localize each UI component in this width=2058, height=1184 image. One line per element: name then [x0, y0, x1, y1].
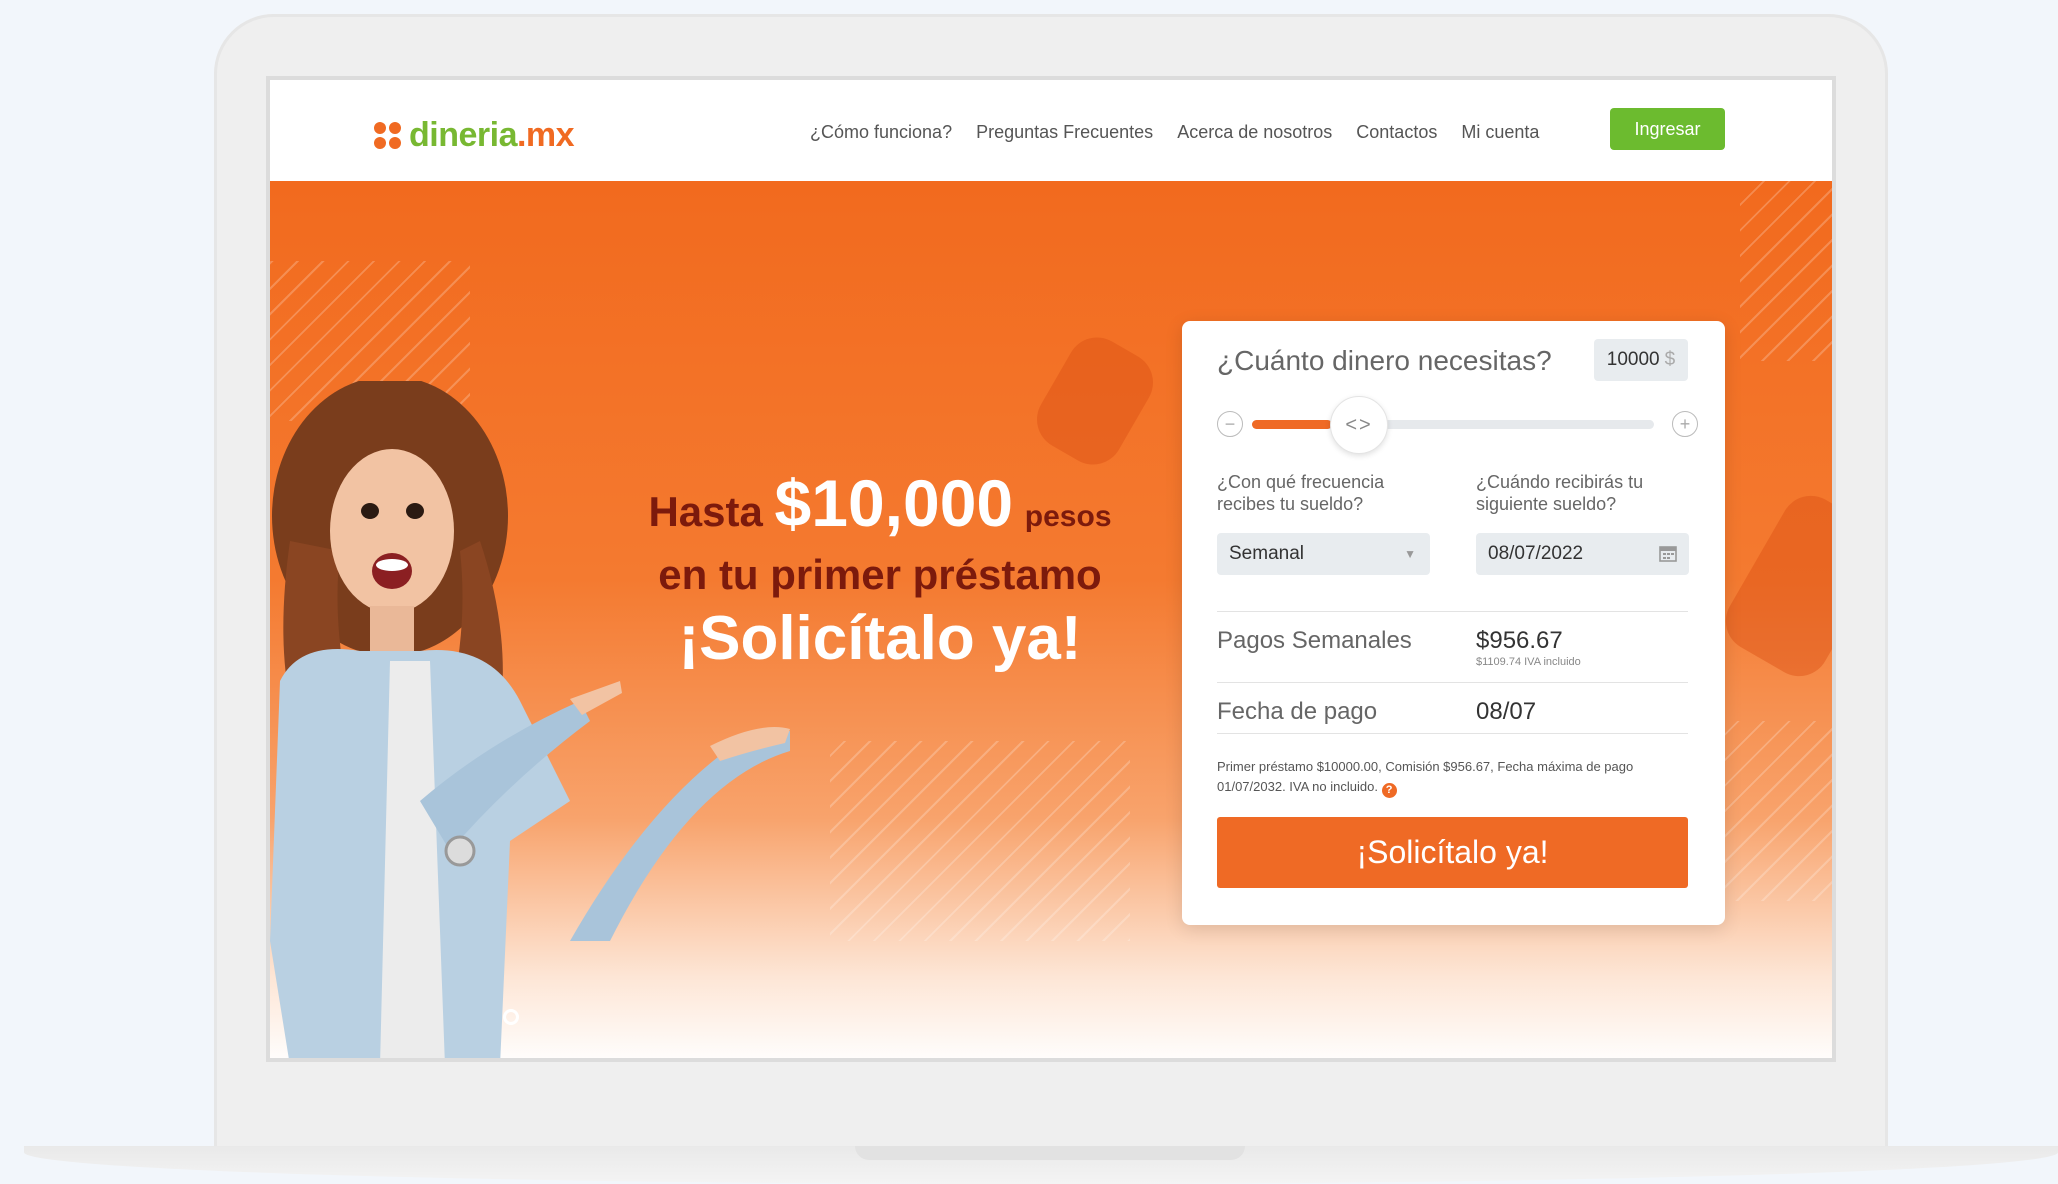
help-icon[interactable]: ? [1381, 782, 1397, 798]
hero-banner: Hasta $10,000 pesos en tu primer préstam… [270, 181, 1832, 1058]
amount-slider-track[interactable] [1252, 420, 1654, 429]
divider [1217, 682, 1688, 683]
currency-symbol: $ [1664, 349, 1676, 370]
site-header: dineria.mx ¿Cómo funciona? Preguntas Fre… [270, 80, 1832, 181]
main-nav: ¿Cómo funciona? Preguntas Frecuentes Ace… [810, 122, 1539, 143]
amount-input[interactable]: 10000 $ [1594, 339, 1688, 381]
nav-contactos[interactable]: Contactos [1356, 122, 1437, 143]
nav-preguntas-frecuentes[interactable]: Preguntas Frecuentes [976, 122, 1153, 143]
next-pay-date-input[interactable]: 08/07/2022 [1476, 533, 1689, 575]
loan-calculator-card: ¿Cuánto dinero necesitas? 10000 $ − <> +… [1182, 321, 1725, 925]
login-button[interactable]: Ingresar [1610, 108, 1725, 150]
dineria-logo[interactable]: dineria.mx [374, 116, 575, 155]
price-tag-icon [1714, 484, 1832, 688]
nav-acerca-de-nosotros[interactable]: Acerca de nosotros [1177, 122, 1332, 143]
frequency-select[interactable]: Semanal ▼ [1217, 533, 1430, 575]
apply-button[interactable]: ¡Solicítalo ya! [1217, 817, 1688, 888]
price-tag-icon [1026, 326, 1164, 476]
nav-mi-cuenta[interactable]: Mi cuenta [1461, 122, 1539, 143]
payments-value: $956.67 [1476, 627, 1563, 654]
divider [1217, 611, 1688, 612]
payments-iva-note: $1109.74 IVA incluido [1476, 656, 1581, 668]
amount-question: ¿Cuánto dinero necesitas? [1217, 345, 1552, 376]
divider [1217, 733, 1688, 734]
payment-date-label: Fecha de pago [1217, 698, 1378, 725]
loan-disclaimer: Primer préstamo $10000.00, Comisión $956… [1217, 759, 1634, 798]
browser-screen: dineria.mx ¿Cómo funciona? Preguntas Fre… [266, 76, 1836, 1062]
next-pay-label: ¿Cuándo recibirás tu siguiente sueldo? [1476, 472, 1644, 514]
headline-prefix: Hasta [648, 488, 763, 535]
logo-text: dineria.mx [409, 116, 575, 154]
payments-label: Pagos Semanales [1217, 627, 1412, 654]
amount-value: 10000 [1606, 349, 1660, 370]
headline-cta-text: ¡Solicítalo ya! [678, 604, 1082, 673]
headline-line2: en tu primer préstamo [658, 551, 1102, 598]
decor-stripes [830, 741, 1130, 941]
headline-amount: $10,000 [774, 466, 1014, 540]
payment-date-value: 08/07 [1476, 698, 1537, 725]
chevron-down-icon: ▼ [1404, 547, 1416, 561]
nav-como-funciona[interactable]: ¿Cómo funciona? [810, 122, 952, 143]
decor-stripes [1710, 721, 1832, 901]
frequency-label: ¿Con qué frecuencia recibes tu sueldo? [1217, 472, 1385, 514]
slider-handle[interactable]: <> [1330, 396, 1388, 454]
decor-stripes [1740, 181, 1832, 361]
frequency-value: Semanal [1229, 543, 1304, 564]
laptop-notch [855, 1146, 1245, 1160]
amount-slider-fill [1252, 420, 1333, 429]
next-pay-date-value: 08/07/2022 [1488, 543, 1584, 564]
calendar-icon[interactable] [1659, 544, 1677, 562]
hero-headline: Hasta $10,000 pesos en tu primer préstam… [600, 470, 1160, 677]
logo-dots-icon [374, 122, 401, 149]
plus-icon[interactable]: + [1672, 411, 1698, 437]
carousel-dot[interactable] [503, 1009, 519, 1025]
minus-icon[interactable]: − [1217, 411, 1243, 437]
headline-suffix: pesos [1024, 500, 1112, 533]
